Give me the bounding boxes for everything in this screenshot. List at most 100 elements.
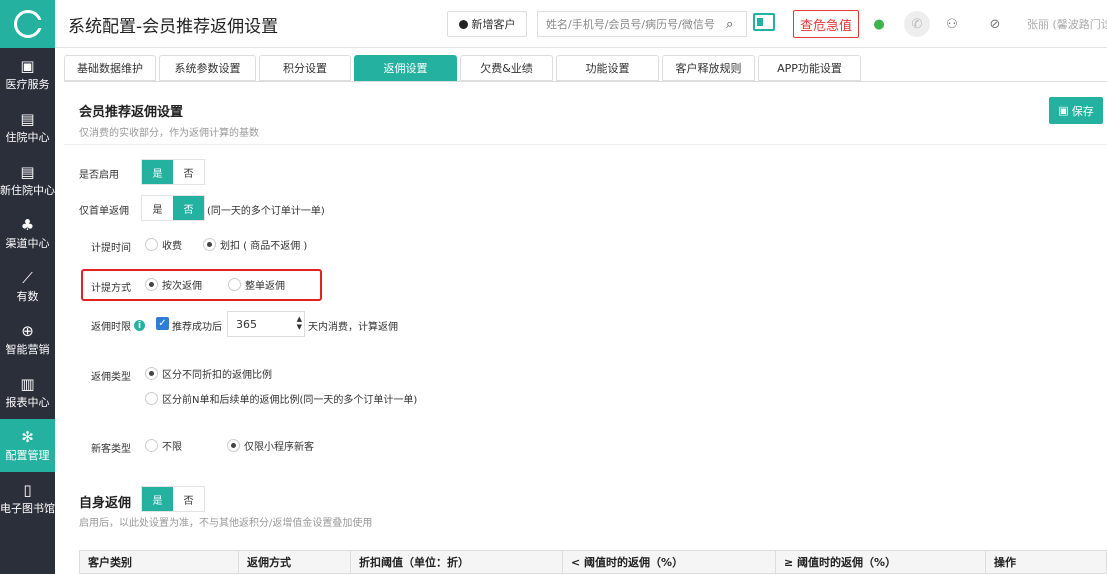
- enable-yes-option[interactable]: 是: [142, 160, 173, 184]
- sidebar-item-config[interactable]: ✻ 配置管理: [0, 419, 55, 472]
- page-title: 系统配置-会员推荐返佣设置: [68, 17, 279, 37]
- rebate-type-discount-radio[interactable]: 区分不同折扣的返佣比例: [145, 366, 272, 381]
- gear-icon: ✻: [21, 428, 34, 446]
- tab-bar: 基础数据维护 系统参数设置 积分设置 返佣设置 欠费&业绩 功能设置 客户释放规…: [64, 55, 864, 81]
- sidebar-item-report[interactable]: ▥ 报表中心: [0, 366, 55, 419]
- enable-toggle: 是 否: [141, 159, 205, 185]
- radio-label: 划扣 ( 商品不返佣 ): [220, 241, 308, 252]
- hospital-icon: ▤: [20, 163, 35, 181]
- hospital-icon: ▤: [20, 110, 35, 128]
- sidebar-item-medical[interactable]: ▣ 医疗服务: [0, 48, 55, 101]
- search-placeholder: 姓名/手机号/会员号/病历号/微信号: [546, 18, 715, 31]
- tab-rebate[interactable]: 返佣设置: [354, 55, 457, 81]
- radio-label: 按次返佣: [162, 281, 202, 292]
- users-icon[interactable]: ⚇: [939, 11, 965, 37]
- tab-release-rules[interactable]: 客户释放规则: [662, 55, 755, 81]
- sidebar-item-marketing[interactable]: ⊕ 智能营销: [0, 313, 55, 366]
- accrual-time-deduct-radio[interactable]: 划扣 ( 商品不返佣 ): [203, 237, 307, 252]
- report-icon: ▥: [20, 375, 35, 393]
- sidebar-item-label: 新住院中心: [0, 184, 55, 197]
- sidebar-item-label: 有数: [16, 290, 39, 303]
- channel-icon: ♣: [20, 216, 35, 234]
- search-input[interactable]: 姓名/手机号/会员号/病历号/微信号 ⌕: [537, 11, 747, 37]
- chart-icon: ⟋: [22, 269, 33, 287]
- time-limit-checkbox[interactable]: ✓: [156, 317, 169, 330]
- first-order-no-option[interactable]: 否: [173, 196, 204, 220]
- self-rebate-title: 自身返佣: [79, 496, 132, 511]
- new-customer-label: 新客类型: [91, 444, 131, 455]
- days-input[interactable]: 365 ▲ ▼: [227, 311, 305, 337]
- sidebar: ▣ 医疗服务 ▤ 住院中心 ▤ 新住院中心 ♣ 渠道中心 ⟋ 有数 ⊕ 智能营销 ▥ 报表中心…: [0, 0, 55, 574]
- accrual-time-charge-radio[interactable]: 收费: [145, 237, 182, 252]
- tab-app-settings[interactable]: APP功能设置: [758, 55, 861, 81]
- phone-icon[interactable]: ✆: [904, 11, 930, 37]
- accrual-method-per-item-radio[interactable]: 按次返佣: [145, 277, 202, 292]
- first-order-toggle: 是 否: [141, 195, 205, 221]
- sidebar-item-channel[interactable]: ♣ 渠道中心: [0, 207, 55, 260]
- radio-circle: [145, 392, 158, 405]
- tab-points[interactable]: 积分设置: [259, 55, 351, 81]
- marketing-icon: ⊕: [21, 322, 34, 340]
- self-rebate-no-option[interactable]: 否: [173, 487, 204, 511]
- search-icon[interactable]: ⌕: [726, 17, 746, 32]
- accrual-method-whole-order-radio[interactable]: 整单返佣: [228, 277, 285, 292]
- first-order-note: (同一天的多个订单计一单): [207, 206, 325, 217]
- sidebar-item-label: 电子图书馆: [0, 502, 55, 515]
- time-limit-suffix: 天内消费，计算返佣: [308, 322, 398, 333]
- add-customer-button[interactable]: 新增客户: [447, 11, 527, 37]
- app-logo[interactable]: [0, 0, 55, 48]
- rebate-type-label: 返佣类型: [91, 372, 131, 383]
- radio-circle: [145, 367, 158, 380]
- enable-label: 是否启用: [79, 170, 119, 181]
- sidebar-item-label: 渠道中心: [5, 237, 50, 250]
- add-customer-label: 新增客户: [471, 18, 516, 31]
- sidebar-item-data[interactable]: ⟋ 有数: [0, 260, 55, 313]
- tabs-divider: [64, 81, 1107, 82]
- sidebar-item-label: 医疗服务: [5, 78, 50, 91]
- table-header-cell: < 阈值时的返佣（%）: [563, 551, 776, 573]
- info-icon[interactable]: i: [134, 320, 145, 331]
- wechat-icon[interactable]: ●: [866, 11, 892, 37]
- sidebar-item-label: 配置管理: [5, 449, 50, 462]
- radio-label: 区分前N单和后续单的返佣比例(同一天的多个订单计一单): [162, 395, 418, 406]
- accrual-time-label: 计提时间: [91, 243, 131, 254]
- self-rebate-toggle: 是 否: [141, 486, 205, 512]
- table-header-cell: ≥ 阈值时的返佣（%）: [776, 551, 986, 573]
- new-customer-miniapp-radio[interactable]: 仅限小程序新客: [227, 438, 314, 453]
- rebate-type-first-n-radio[interactable]: 区分前N单和后续单的返佣比例(同一天的多个订单计一单): [145, 391, 417, 406]
- radio-circle: [227, 439, 240, 452]
- first-order-yes-option[interactable]: 是: [142, 196, 173, 220]
- medical-icon: ▣: [20, 57, 35, 75]
- self-rebate-yes-option[interactable]: 是: [142, 487, 173, 511]
- time-limit-label: 返佣时限: [91, 322, 131, 333]
- new-customer-any-radio[interactable]: 不限: [145, 438, 182, 453]
- save-button[interactable]: ▣ 保存: [1049, 97, 1103, 124]
- sidebar-item-label: 报表中心: [5, 396, 50, 409]
- rebate-table-header: 客户类别 返佣方式 折扣阈值（单位：折） < 阈值时的返佣（%） ≥ 阈值时的返…: [79, 550, 1107, 574]
- logo-icon: [13, 10, 43, 38]
- sidebar-item-new-inpatient[interactable]: ▤ 新住院中心: [0, 154, 55, 207]
- sidebar-item-label: 住院中心: [5, 131, 50, 144]
- time-limit-checkbox-label: 推荐成功后: [172, 322, 222, 333]
- tab-arrears[interactable]: 欠费&业绩: [460, 55, 553, 81]
- critical-value-button[interactable]: 查危急值: [793, 10, 859, 38]
- save-label: 保存: [1071, 104, 1094, 118]
- id-card-icon[interactable]: [753, 13, 775, 31]
- section-subtitle: 仅消费的实收部分，作为返佣计算的基数: [79, 128, 259, 139]
- radio-label: 不限: [162, 442, 182, 453]
- sidebar-item-inpatient[interactable]: ▤ 住院中心: [0, 101, 55, 154]
- tab-system-params[interactable]: 系统参数设置: [159, 55, 256, 81]
- radio-circle: [228, 278, 241, 291]
- sidebar-item-library[interactable]: ▯ 电子图书馆: [0, 472, 55, 525]
- section-divider: [64, 144, 1107, 145]
- stepper-icon[interactable]: ▲ ▼: [297, 315, 302, 331]
- radio-circle: [203, 238, 216, 251]
- days-value: 365: [236, 317, 257, 331]
- user-name[interactable]: 张丽 (馨波路门诊): [1027, 16, 1107, 32]
- table-header-cell: 返佣方式: [239, 551, 351, 573]
- section-title: 会员推荐返佣设置: [79, 105, 184, 120]
- tab-basic-data[interactable]: 基础数据维护: [64, 55, 156, 81]
- tab-functions[interactable]: 功能设置: [556, 55, 659, 81]
- mute-icon[interactable]: ⊘: [982, 11, 1008, 37]
- enable-no-option[interactable]: 否: [173, 160, 204, 184]
